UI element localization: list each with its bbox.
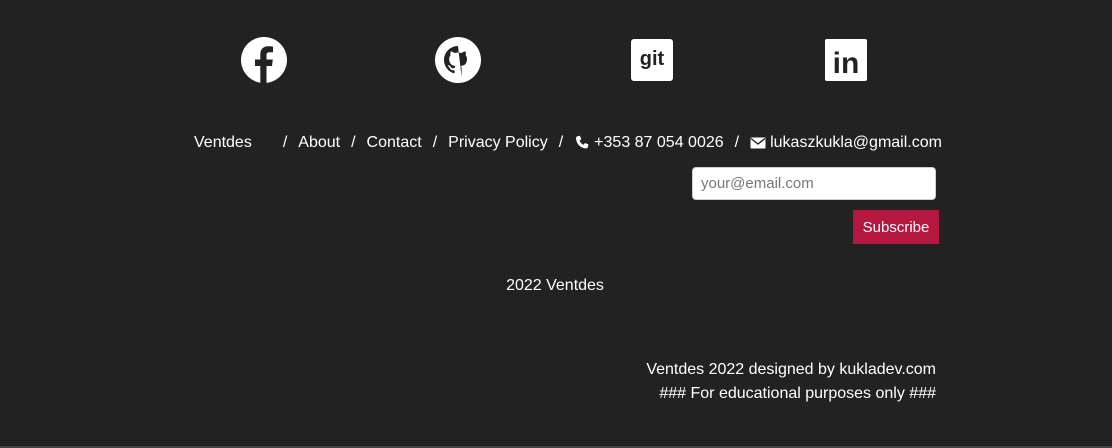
site-footer: git in Ventdes / About / Contact / Priva… xyxy=(0,0,1112,448)
facebook-link[interactable] xyxy=(240,36,288,84)
nav-link-ventdes[interactable]: Ventdes xyxy=(194,132,252,154)
nav-separator: / xyxy=(432,134,438,151)
copyright-text: 2022 Ventdes xyxy=(506,277,604,294)
disclaimer-line: ### For educational purposes only ### xyxy=(659,385,936,402)
git-link[interactable]: git xyxy=(628,36,676,84)
footer-nav: Ventdes / About / Contact / Privacy Poli… xyxy=(194,132,942,154)
nav-separator: / xyxy=(734,134,740,151)
svg-text:git: git xyxy=(640,48,665,70)
nav-link-about[interactable]: About xyxy=(298,132,340,154)
social-links: git in xyxy=(0,36,1112,86)
subscribe-button[interactable]: Subscribe xyxy=(853,210,939,244)
nav-separator: / xyxy=(282,134,288,151)
phone-icon xyxy=(576,135,589,149)
envelope-icon xyxy=(750,137,766,149)
git-icon: git xyxy=(631,39,673,81)
svg-text:in: in xyxy=(833,47,860,80)
email-address: lukaszkukla@gmail.com xyxy=(770,134,942,151)
nav-link-privacy-policy[interactable]: Privacy Policy xyxy=(448,132,548,154)
github-link[interactable] xyxy=(434,36,482,84)
linkedin-icon: in xyxy=(825,39,867,81)
nav-link-contact[interactable]: Contact xyxy=(367,132,422,154)
nav-separator: / xyxy=(558,134,564,151)
linkedin-link[interactable]: in xyxy=(822,36,870,84)
credit-line: Ventdes 2022 designed by kukladev.com xyxy=(646,361,936,378)
email-link[interactable]: lukaszkukla@gmail.com xyxy=(750,132,942,154)
phone-number: +353 87 054 0026 xyxy=(594,134,724,151)
nav-separator: / xyxy=(351,134,356,151)
facebook-icon xyxy=(241,37,287,84)
phone-link[interactable]: +353 87 054 0026 xyxy=(574,132,724,154)
github-icon xyxy=(435,37,481,83)
newsletter-email-input[interactable] xyxy=(692,167,936,200)
